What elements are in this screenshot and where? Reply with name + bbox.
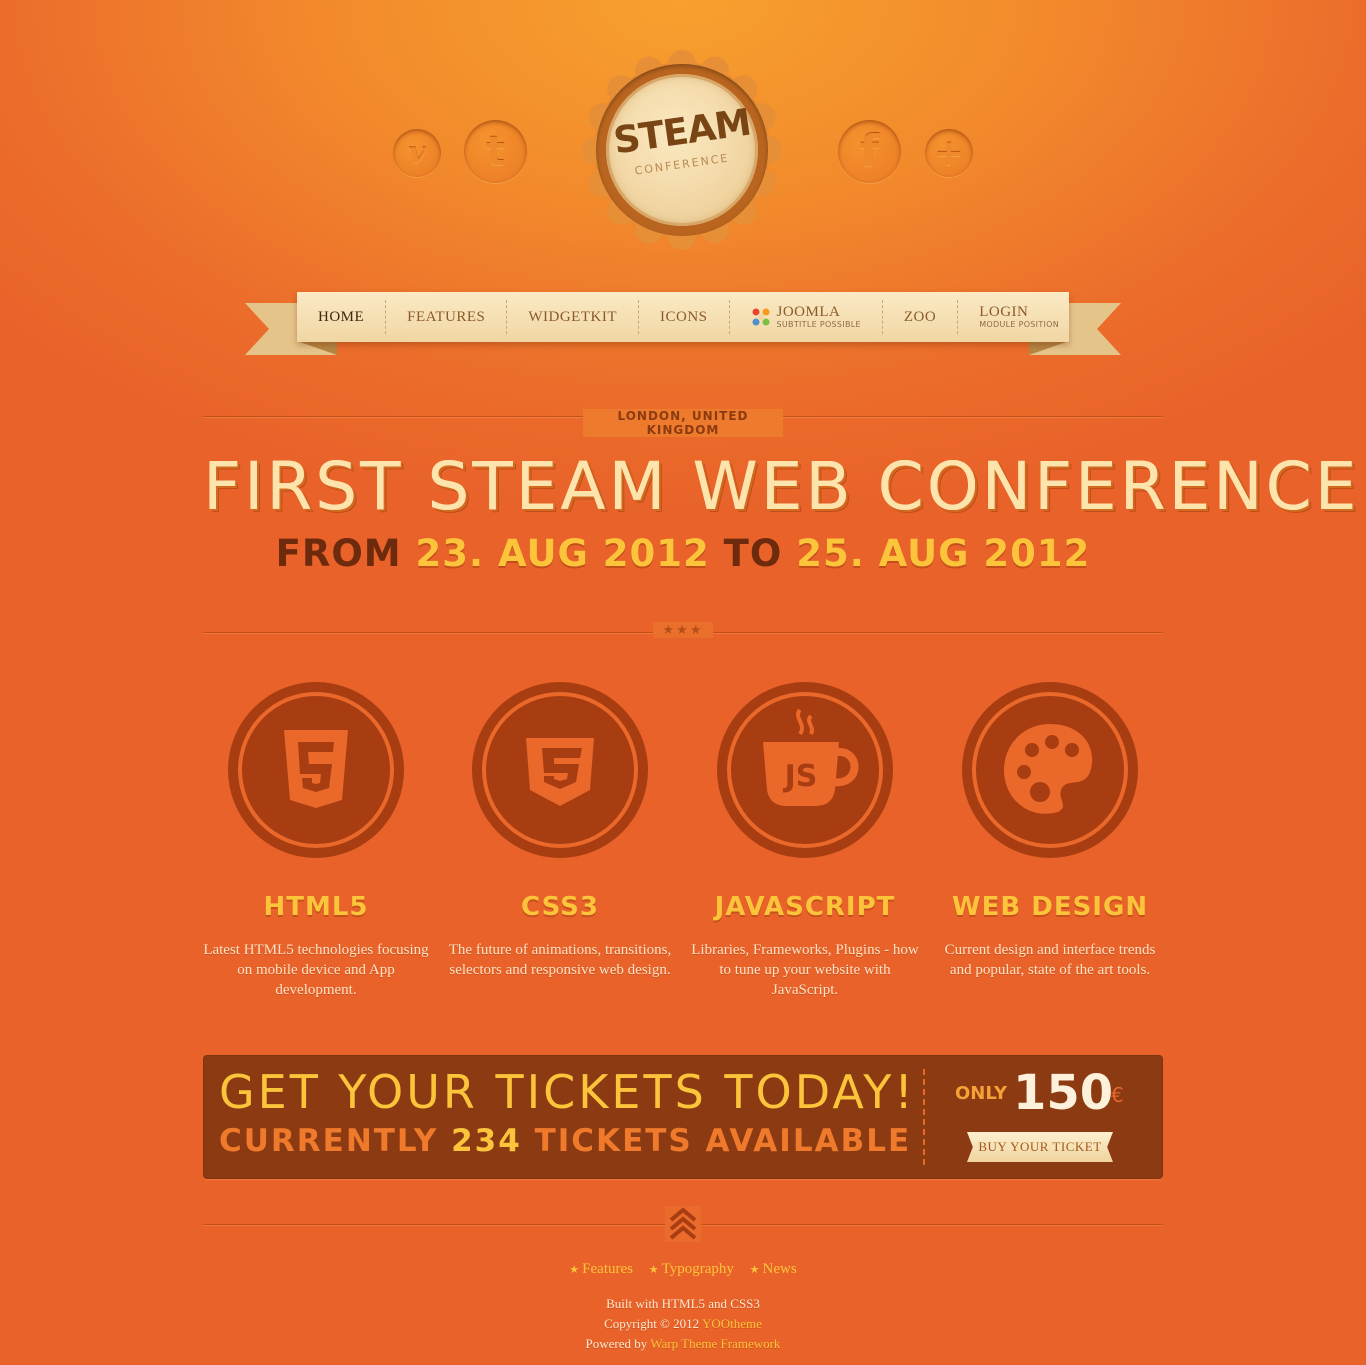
star-icon: ★ [648,1264,659,1276]
event-location: LONDON, UNITED KINGDOM [583,409,783,437]
end-date: 25. AUG 2012 [796,532,1091,575]
star-divider: ★★★ [653,622,713,638]
google-plus-icon[interactable]: + [925,129,973,177]
feature-description: Current design and interface trends and … [944,942,1156,978]
svg-text:JS: JS [783,759,818,794]
nav-item-zoo[interactable]: ZOO [881,300,957,334]
feature-javascript: JS JAVASCRIPT Libraries, Frameworks, Plu… [690,680,920,998]
feature-web-design: WEB DESIGN Current design and interface … [935,680,1165,978]
feature-html5: HTML5 Latest HTML5 technologies focusing… [201,680,431,998]
feature-css3: CSS3 The future of animations, transitio… [445,680,675,978]
facebook-icon[interactable]: f [838,120,901,183]
nav-item-login[interactable]: LOGIN MODULE POSITION [957,300,1080,334]
scroll-top-icon[interactable] [665,1206,701,1242]
footer-link-typography[interactable]: ★ Typography [649,1261,734,1277]
nav-item-home[interactable]: HOME [297,300,385,334]
ticket-divider [923,1069,925,1165]
star-icon: ★ [569,1264,580,1276]
feature-description: Libraries, Frameworks, Plugins - how to … [691,942,919,998]
currency-symbol: € [1111,1083,1124,1107]
footer-copyright: Copyright © 2012 YOOtheme [604,1316,762,1331]
feature-title: HTML5 [263,892,369,922]
feature-title: JAVASCRIPT [714,892,896,922]
html5-icon [228,682,404,858]
nav-item-icons[interactable]: ICONS [638,300,729,334]
ticket-headline: GET YOUR TICKETS TODAY! [219,1065,916,1119]
nav-item-joomla[interactable]: JOOMLA SUBTITLE POSSIBLE [728,300,882,334]
vimeo-icon[interactable]: v [393,129,441,177]
footer-link-news[interactable]: ★ News [750,1261,797,1277]
footer-menu: ★ Features ★ Typography ★ News [383,1261,983,1278]
ticket-price: 150 [1013,1065,1114,1121]
ticket-count: 234 [451,1123,522,1159]
from-label: FROM [275,532,402,575]
feature-title: WEB DESIGN [951,892,1149,922]
main-nav: HOME FEATURES WIDGETKIT ICONS JOOMLA SUB… [297,292,1069,342]
footer-powered-by: Powered by Warp Theme Framework [585,1336,781,1351]
feature-title: CSS3 [521,892,599,922]
nav-item-features[interactable]: FEATURES [385,300,506,334]
palette-icon [962,682,1138,858]
twitter-icon[interactable]: t [464,120,527,183]
footer-built-with: Built with HTML5 and CSS3 [606,1296,760,1311]
yootheme-link[interactable]: YOOtheme [702,1316,762,1331]
buy-ticket-button[interactable]: BUY YOUR TICKET [967,1132,1113,1162]
nav-item-widgetkit[interactable]: WIDGETKIT [506,300,638,334]
to-label: TO [723,532,783,575]
ticket-banner: GET YOUR TICKETS TODAY! CURRENTLY 234 TI… [203,1055,1163,1179]
page-title: FIRST STEAM WEB CONFERENCE [203,448,1360,525]
feature-description: Latest HTML5 technologies focusing on mo… [203,942,429,998]
css3-icon [472,682,648,858]
event-dates: FROM 23. AUG 2012 TO 25. AUG 2012 [203,532,1163,575]
warp-link[interactable]: Warp Theme Framework [650,1336,780,1351]
only-label: ONLY [955,1083,1008,1104]
footer-link-features[interactable]: ★ Features [569,1261,633,1277]
ticket-availability: CURRENTLY 234 TICKETS AVAILABLE [219,1123,912,1159]
feature-description: The future of animations, transitions, s… [448,942,672,978]
joomla-icon [752,308,770,326]
star-icon: ★ [749,1264,760,1276]
javascript-cup-icon: JS [717,682,893,858]
start-date: 23. AUG 2012 [415,532,710,575]
